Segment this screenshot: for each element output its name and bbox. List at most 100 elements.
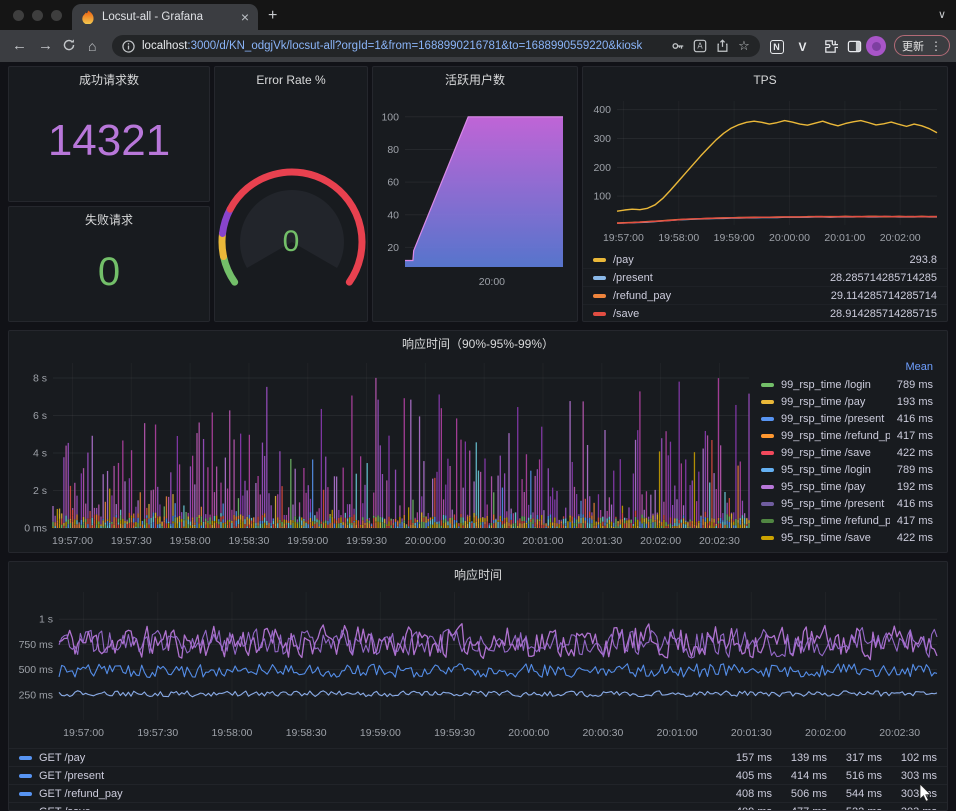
panel-tps[interactable]: TPS 10020030040019:57:0019:58:0019:59:00… bbox=[582, 66, 948, 322]
legend-row[interactable]: GET /save409 ms477 ms522 ms303 ms bbox=[9, 802, 947, 811]
series-value: 193 ms bbox=[897, 396, 933, 408]
site-info-icon[interactable] bbox=[120, 38, 136, 54]
series-label[interactable]: /pay bbox=[613, 254, 902, 266]
series-label[interactable]: /present bbox=[613, 272, 823, 284]
series-label[interactable]: 99_rsp_time /save bbox=[781, 447, 890, 459]
svg-text:8 s: 8 s bbox=[33, 373, 47, 385]
legend-row[interactable]: 95_rsp_time /refund_pay417 ms bbox=[751, 512, 943, 529]
panel-title: TPS bbox=[583, 67, 947, 91]
svg-text:20:00:00: 20:00:00 bbox=[405, 535, 446, 547]
url-host: localhost bbox=[142, 40, 187, 52]
password-key-icon[interactable] bbox=[670, 38, 686, 54]
series-label[interactable]: /refund_pay bbox=[613, 290, 824, 302]
legend-row[interactable]: GET /pay157 ms139 ms317 ms102 ms bbox=[9, 748, 947, 766]
error-rate-value: 0 bbox=[215, 225, 367, 259]
legend-row[interactable]: 95_rsp_time /save422 ms bbox=[751, 529, 943, 546]
series-label[interactable]: 95_rsp_time /save bbox=[781, 532, 890, 544]
panel-active-users[interactable]: 活跃用户数 2040608010020:00 user_count bbox=[372, 66, 578, 322]
bookmark-star-icon[interactable]: ☆ bbox=[736, 38, 752, 54]
side-panel-icon[interactable] bbox=[846, 38, 863, 55]
legend-row[interactable]: 95_rsp_time /login789 ms bbox=[751, 461, 943, 478]
series-value: 293.8 bbox=[909, 254, 937, 266]
series-label[interactable]: 99_rsp_time /login bbox=[781, 379, 890, 391]
series-swatch bbox=[761, 485, 774, 489]
series-swatch bbox=[761, 400, 774, 404]
forward-icon[interactable]: → bbox=[38, 37, 53, 55]
series-label[interactable]: 95_rsp_time /login bbox=[781, 464, 890, 476]
response-percentile-chart[interactable]: 0 ms2 s4 s6 s8 s19:57:0019:57:3019:58:00… bbox=[11, 357, 753, 553]
series-swatch bbox=[761, 536, 774, 540]
share-icon[interactable] bbox=[714, 38, 730, 54]
svg-text:100: 100 bbox=[593, 191, 611, 203]
legend-row[interactable]: 95_rsp_time /pay192 ms bbox=[751, 478, 943, 495]
translate-icon[interactable]: A bbox=[692, 38, 708, 54]
extensions-puzzle-icon[interactable] bbox=[822, 38, 839, 55]
series-value: 414 ms bbox=[779, 770, 827, 782]
url-text[interactable]: localhost:3000/d/KN_odgjVk/locsut-all?or… bbox=[142, 40, 664, 52]
svg-text:2 s: 2 s bbox=[33, 485, 47, 497]
tab-close-icon[interactable]: × bbox=[241, 10, 249, 24]
extension-v-icon[interactable]: V bbox=[794, 38, 811, 55]
legend-row[interactable]: /pay 293.8 bbox=[583, 251, 947, 268]
series-label[interactable]: 95_rsp_time /pay bbox=[781, 481, 890, 493]
browser-tab[interactable]: Locsut-all - Grafana × bbox=[72, 4, 258, 30]
url-bar[interactable]: localhost:3000/d/KN_odgjVk/locsut-all?or… bbox=[112, 35, 760, 57]
svg-text:750 ms: 750 ms bbox=[19, 639, 53, 651]
series-swatch bbox=[761, 451, 774, 455]
series-value: 416 ms bbox=[897, 413, 933, 425]
profile-avatar[interactable] bbox=[866, 36, 886, 56]
series-label[interactable]: 95_rsp_time /present bbox=[781, 498, 890, 510]
error-rate-gauge[interactable] bbox=[217, 97, 367, 307]
legend-row[interactable]: /refund_pay 29.114285714285714 bbox=[583, 286, 947, 304]
back-icon[interactable]: ← bbox=[12, 37, 27, 55]
series-label[interactable]: GET /refund_pay bbox=[39, 788, 717, 800]
series-value: 516 ms bbox=[834, 770, 882, 782]
svg-text:19:59:00: 19:59:00 bbox=[360, 727, 401, 739]
series-label[interactable]: GET /save bbox=[39, 806, 717, 811]
series-swatch bbox=[761, 434, 774, 438]
legend-row[interactable]: 99_rsp_time /present 416 ms bbox=[751, 410, 943, 427]
traffic-light-minimize[interactable] bbox=[32, 10, 43, 21]
reload-icon[interactable] bbox=[62, 38, 76, 57]
svg-text:20:02:30: 20:02:30 bbox=[699, 535, 740, 547]
traffic-light-close[interactable] bbox=[13, 10, 24, 21]
series-label[interactable]: 99_rsp_time /refund_pay bbox=[781, 430, 890, 442]
home-icon[interactable]: ⌂ bbox=[88, 37, 96, 55]
tab-list-chevron-icon[interactable]: ∨ bbox=[938, 8, 946, 21]
svg-text:0 ms: 0 ms bbox=[24, 523, 47, 535]
extension-n-icon[interactable]: N bbox=[768, 38, 785, 55]
series-swatch bbox=[593, 294, 606, 298]
svg-text:250 ms: 250 ms bbox=[19, 689, 53, 701]
legend-row[interactable]: /save28.914285714285715 bbox=[583, 304, 947, 322]
legend-row[interactable]: 95_rsp_time /present416 ms bbox=[751, 495, 943, 512]
response-time-chart[interactable]: 250 ms500 ms750 ms1 s19:57:0019:57:3019:… bbox=[11, 584, 943, 748]
series-swatch bbox=[761, 417, 774, 421]
panel-failed-requests[interactable]: 失败请求 0 bbox=[8, 206, 210, 322]
legend-row[interactable]: GET /present405 ms414 ms516 ms303 ms bbox=[9, 766, 947, 784]
legend-row[interactable]: 99_rsp_time /save422 ms bbox=[751, 444, 943, 461]
legend-row[interactable]: 99_rsp_time /pay 193 ms bbox=[751, 393, 943, 410]
legend-mean-header[interactable]: Mean bbox=[751, 359, 943, 376]
series-label[interactable]: 95_rsp_time /refund_pay bbox=[781, 515, 890, 527]
traffic-light-zoom[interactable] bbox=[51, 10, 62, 21]
series-label[interactable]: 99_rsp_time /pay bbox=[781, 396, 890, 408]
panel-success-requests[interactable]: 成功请求数 14321 bbox=[8, 66, 210, 202]
new-tab-button[interactable]: + bbox=[268, 7, 277, 25]
tps-chart[interactable]: 10020030040019:57:0019:58:0019:59:0020:0… bbox=[587, 91, 945, 249]
chrome-update-button[interactable]: 更新 ⋮ bbox=[894, 35, 950, 56]
series-label[interactable]: GET /pay bbox=[39, 752, 717, 764]
active-users-chart[interactable]: 2040608010020:00 bbox=[377, 91, 575, 301]
series-label[interactable]: 99_rsp_time /present bbox=[781, 413, 890, 425]
panel-error-rate[interactable]: Error Rate % 0 bbox=[214, 66, 368, 322]
legend-row[interactable]: GET /refund_pay408 ms506 ms544 ms303 ms bbox=[9, 784, 947, 802]
menu-kebab-icon[interactable]: ⋮ bbox=[930, 39, 942, 53]
legend-row[interactable]: 99_rsp_time /refund_pay417 ms bbox=[751, 427, 943, 444]
svg-text:19:59:30: 19:59:30 bbox=[434, 727, 475, 739]
series-label[interactable]: GET /present bbox=[39, 770, 717, 782]
panel-response-time-percentiles[interactable]: 响应时间（90%-95%-99%） 0 ms2 s4 s6 s8 s19:57:… bbox=[8, 330, 948, 553]
panel-response-time[interactable]: 响应时间 250 ms500 ms750 ms1 s19:57:0019:57:… bbox=[8, 561, 948, 811]
series-value: 29.114285714285714 bbox=[831, 290, 937, 302]
legend-row[interactable]: /present28.285714285714285 bbox=[583, 268, 947, 286]
series-label[interactable]: /save bbox=[613, 308, 823, 320]
legend-row[interactable]: 99_rsp_time /login789 ms bbox=[751, 376, 943, 393]
